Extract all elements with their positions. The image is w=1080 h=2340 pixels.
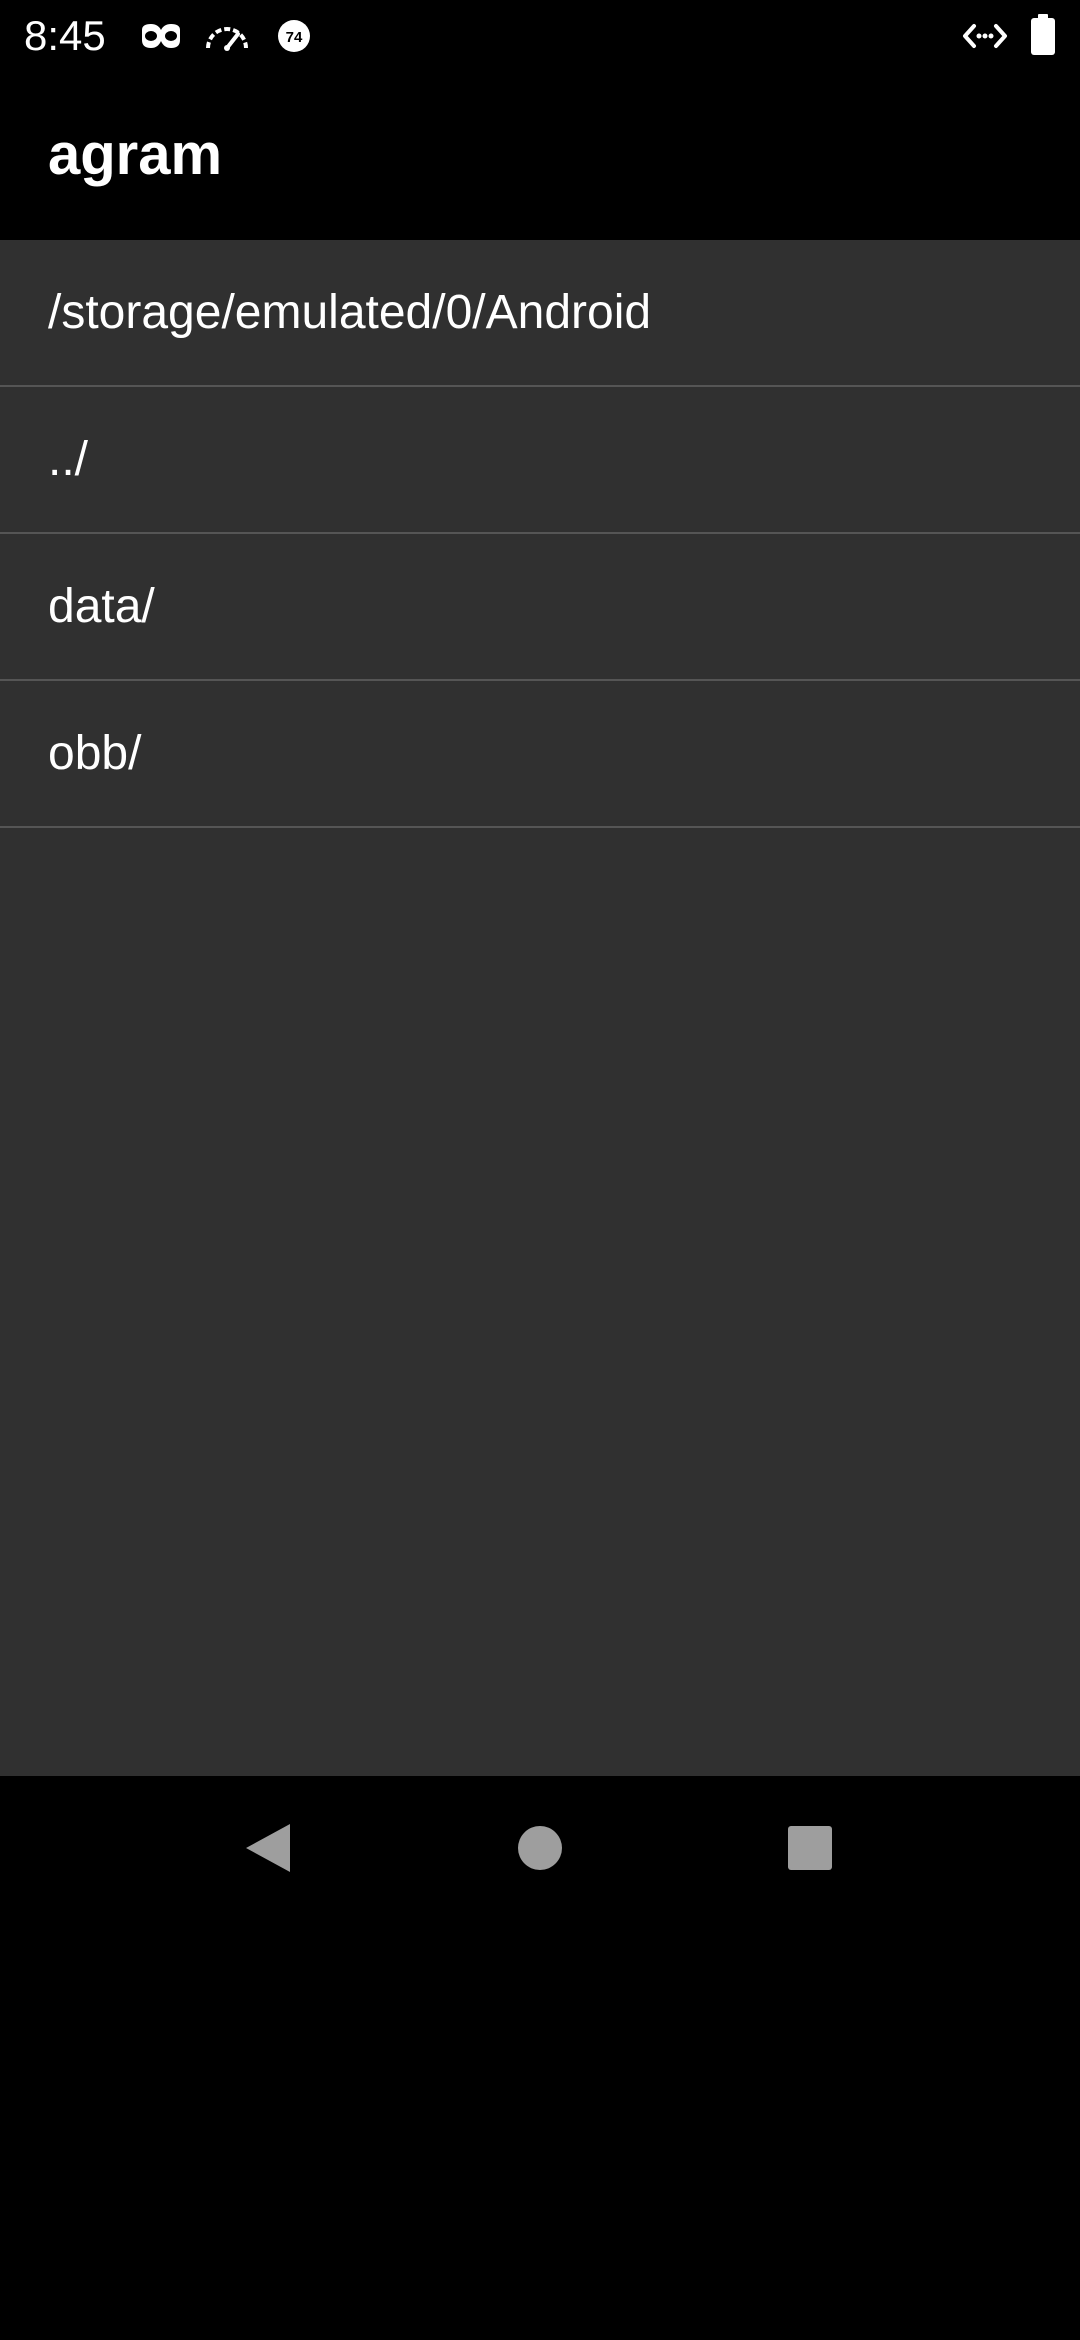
navigation-bar [0,1776,1080,1920]
list-item-current-path[interactable]: /storage/emulated/0/Android [0,240,1080,387]
status-bar: 8:45 74 [0,0,1080,72]
list-item-label: /storage/emulated/0/Android [48,286,652,339]
app-title: agram [48,122,223,187]
file-list: /storage/emulated/0/Android ../ data/ ob… [0,240,1080,1776]
list-item-label: obb/ [48,727,142,780]
recents-icon[interactable] [770,1808,850,1888]
incognito-icon [140,20,182,60]
list-item-label: ../ [48,433,89,486]
speedometer-icon [204,20,250,60]
notification-badge-icon: 74 [276,18,312,58]
battery-icon [1030,14,1056,55]
list-item-label: data/ [48,580,155,633]
list-item-obb-folder[interactable]: obb/ [0,681,1080,828]
list-item-parent-directory[interactable]: ../ [0,387,1080,534]
badge-text: 74 [286,29,303,46]
status-time: 8:45 [24,12,106,59]
back-icon[interactable] [228,1808,308,1888]
code-arrows-icon [962,20,1008,60]
screen-bottom-area [0,1920,1080,2340]
home-icon[interactable] [500,1808,580,1888]
app-bar: agram [0,72,1080,240]
list-item-data-folder[interactable]: data/ [0,534,1080,681]
